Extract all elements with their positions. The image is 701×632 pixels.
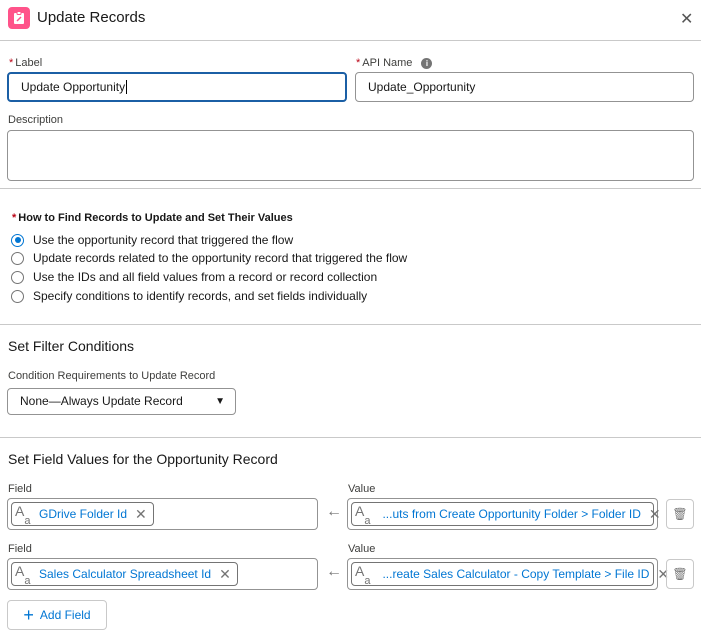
field-label: Field <box>8 483 32 495</box>
radio-button[interactable] <box>11 251 24 265</box>
text-type-icon: Aa <box>355 503 371 527</box>
text-type-icon: Aa <box>15 503 31 527</box>
condition-label: Condition Requirements to Update Record <box>8 370 216 382</box>
header-icon <box>8 7 30 29</box>
label-input[interactable]: Update Opportunity <box>7 72 347 102</box>
field-label: Field <box>8 543 32 555</box>
value-pill: Aa ...reate Sales Calculator - Copy Templ… <box>351 562 669 587</box>
value-input[interactable]: Aa ...reate Sales Calculator - Copy Templ… <box>347 558 669 590</box>
radio-button[interactable] <box>11 270 24 284</box>
radio-label: Update records related to the opportunit… <box>33 251 408 265</box>
value-input[interactable]: Aa ...uts from Create Opportunity Folder … <box>347 498 661 530</box>
radio-label: Specify conditions to identify records, … <box>33 289 368 303</box>
dropdown-icon: ▼ <box>215 396 225 407</box>
radio-option-ids[interactable]: Use the IDs and all field values from a … <box>11 270 377 284</box>
condition-select[interactable]: None—Always Update Record ▼ <box>7 388 236 415</box>
field-pill: Aa GDrive Folder Id ✕ <box>11 500 154 528</box>
remove-icon[interactable]: ✕ <box>219 560 231 588</box>
delete-icon[interactable]: 🗑 <box>666 559 694 589</box>
description-textarea[interactable] <box>7 130 694 181</box>
radio-label: Use the opportunity record that triggere… <box>33 233 294 247</box>
radio-button[interactable] <box>11 233 24 247</box>
field-input[interactable]: Aa Sales Calculator Spreadsheet Id ✕ <box>7 558 318 590</box>
radio-option-related[interactable]: Update records related to the opportunit… <box>11 251 407 265</box>
description-label: Description <box>8 114 64 126</box>
radio-option-triggered[interactable]: Use the opportunity record that triggere… <box>11 233 293 247</box>
radio-option-conditions[interactable]: Specify conditions to identify records, … <box>11 289 367 303</box>
arrow-left-icon: ← <box>326 503 342 520</box>
value-pill: Aa ...uts from Create Opportunity Folder … <box>351 502 661 527</box>
delete-icon[interactable]: 🗑 <box>666 499 694 529</box>
value-label: Value <box>348 543 376 555</box>
modal-title: Update Records <box>37 9 146 26</box>
label-field-label: * Label <box>9 57 43 69</box>
remove-icon[interactable]: ✕ <box>649 500 661 528</box>
plus-icon: + <box>23 604 34 625</box>
remove-icon[interactable]: ✕ <box>135 500 147 528</box>
field-pill: Aa Sales Calculator Spreadsheet Id ✕ <box>11 560 238 588</box>
arrow-left-icon: ← <box>326 563 342 580</box>
field-values-heading: Set Field Values for the Opportunity Rec… <box>8 451 278 467</box>
radio-label: Use the IDs and all field values from a … <box>33 270 378 284</box>
info-icon[interactable]: i <box>421 58 433 69</box>
close-icon[interactable]: ✕ <box>680 9 693 29</box>
api-name-input[interactable]: Update_Opportunity <box>355 72 694 102</box>
value-label: Value <box>348 483 376 495</box>
add-field-button[interactable]: + Add Field <box>7 600 107 630</box>
text-type-icon: Aa <box>355 563 371 587</box>
filter-heading: Set Filter Conditions <box>8 338 135 354</box>
field-input[interactable]: Aa GDrive Folder Id ✕ <box>7 498 318 530</box>
api-name-label: * API Name i <box>356 57 433 69</box>
radio-button[interactable] <box>11 289 24 303</box>
text-type-icon: Aa <box>15 563 31 587</box>
how-to-find-label: * How to Find Records to Update and Set T… <box>12 212 293 224</box>
